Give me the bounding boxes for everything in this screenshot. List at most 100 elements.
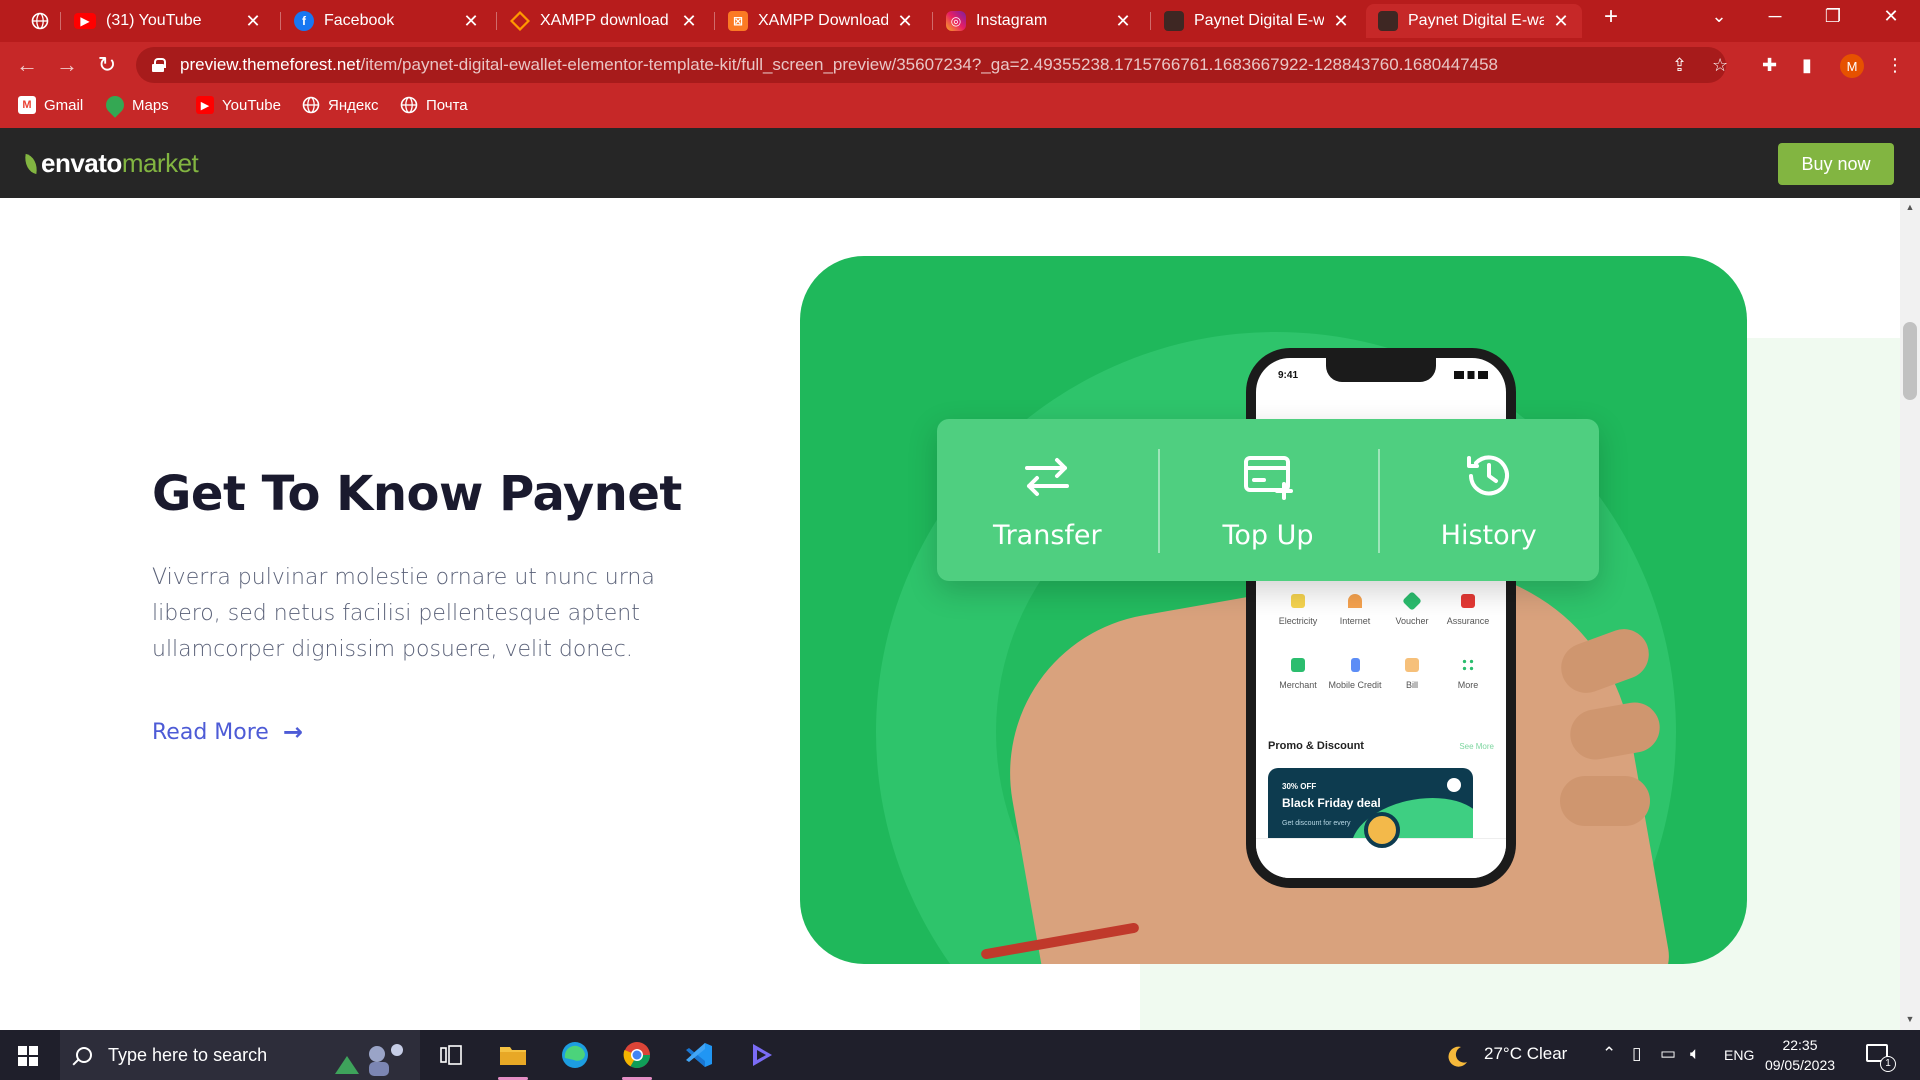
service-assurance: Assurance: [1440, 594, 1496, 627]
close-tab-icon[interactable]: ✕: [244, 11, 262, 32]
service-bill: Bill: [1384, 658, 1440, 691]
vscode-icon[interactable]: [682, 1038, 716, 1072]
windows-start-icon[interactable]: [18, 1046, 38, 1066]
promo-sun-shape: [1447, 778, 1461, 792]
speaker-icon[interactable]: 🔈︎: [1690, 1044, 1700, 1064]
side-panel-icon[interactable]: ▮: [1802, 55, 1812, 76]
tab-instagram[interactable]: ◎ Instagram ✕: [934, 4, 1144, 38]
buy-now-button[interactable]: Buy now: [1778, 143, 1894, 185]
bookmark-star-icon[interactable]: ☆: [1712, 55, 1728, 76]
reload-icon[interactable]: ↻: [94, 52, 120, 78]
bookmark-youtube[interactable]: ▶ YouTube: [196, 96, 281, 114]
instagram-icon: ◎: [946, 11, 966, 31]
tab-search-icon[interactable]: ⌄: [1704, 6, 1734, 27]
tab-paynet-active[interactable]: Paynet Digital E-wall ✕: [1366, 4, 1582, 38]
service-label: Bill: [1405, 680, 1418, 690]
close-tab-icon[interactable]: ✕: [462, 11, 480, 32]
taskbar-clock[interactable]: 22:35 09/05/2023: [1760, 1035, 1840, 1075]
tab-globe[interactable]: [18, 4, 58, 38]
service-label: Merchant: [1279, 680, 1317, 690]
service-label: Internet: [1339, 616, 1371, 626]
service-label: Voucher: [1395, 616, 1429, 626]
profile-avatar[interactable]: M: [1840, 54, 1864, 78]
notification-count: 1: [1880, 1056, 1896, 1072]
tab-title: (31) YouTube: [106, 12, 202, 29]
tab-xampp-download-si[interactable]: ⊠ XAMPP Download Si ✕: [716, 4, 926, 38]
battery-icon[interactable]: ▭: [1660, 1044, 1676, 1064]
service-electricity: Electricity: [1270, 594, 1326, 627]
service-label: Electricity: [1278, 616, 1318, 626]
close-tab-icon[interactable]: ✕: [1552, 11, 1570, 32]
address-bar-row: ← → ↻ preview.themeforest.net/item/payne…: [0, 42, 1920, 88]
edge-icon[interactable]: [558, 1038, 592, 1072]
url-omnibox[interactable]: preview.themeforest.net/item/paynet-digi…: [136, 47, 1726, 83]
page-heading: Get To Know Paynet: [152, 466, 682, 522]
bill-icon: [1405, 658, 1419, 672]
media-player-icon[interactable]: [744, 1038, 778, 1072]
task-view-icon[interactable]: [434, 1038, 468, 1072]
restore-icon[interactable]: ❐: [1818, 6, 1848, 27]
chrome-icon[interactable]: [620, 1038, 654, 1080]
service-merchant: Merchant: [1270, 658, 1326, 691]
paynet-icon: [1378, 11, 1398, 31]
tab-facebook[interactable]: f Facebook ✕: [282, 4, 492, 38]
close-tab-icon[interactable]: ✕: [1332, 11, 1350, 32]
mobile-icon: [1350, 658, 1360, 672]
bookmarks-bar: M Gmail Maps ▶ YouTube Яндекс Почта: [0, 88, 1920, 128]
tab-title: Paynet Digital E-wall: [1194, 12, 1324, 29]
globe-icon: [30, 11, 50, 31]
quick-actions-panel: Transfer Top Up History: [937, 419, 1599, 581]
action-history: History: [1378, 419, 1599, 581]
bookmark-yandex[interactable]: Яндекс: [302, 96, 378, 114]
extensions-puzzle-icon[interactable]: ✚: [1762, 55, 1777, 76]
weather-text[interactable]: 27°C Clear: [1484, 1044, 1567, 1064]
voucher-icon: [1402, 591, 1422, 611]
read-more-link[interactable]: Read More →: [152, 718, 303, 746]
url-text[interactable]: preview.themeforest.net/item/paynet-digi…: [180, 55, 1498, 75]
tab-paynet-1[interactable]: Paynet Digital E-wall ✕: [1152, 4, 1362, 38]
bookmark-pochta[interactable]: Почта: [400, 96, 468, 114]
search-highlight-art-icon: [335, 1044, 403, 1076]
tab-youtube[interactable]: ▶ (31) YouTube ✕: [62, 4, 274, 38]
language-indicator[interactable]: ENG: [1724, 1047, 1754, 1063]
scrollbar-thumb[interactable]: [1903, 322, 1917, 400]
cart-icon: [1291, 658, 1305, 672]
bookmark-label: YouTube: [222, 96, 281, 114]
minimize-icon[interactable]: ─: [1760, 6, 1790, 27]
scroll-down-icon[interactable]: ▼: [1900, 1014, 1920, 1028]
service-more: More: [1440, 658, 1496, 691]
promo-deal: Black Friday deal: [1282, 796, 1381, 810]
close-tab-icon[interactable]: ✕: [896, 11, 914, 32]
assurance-icon: [1461, 594, 1475, 608]
close-tab-icon[interactable]: ✕: [680, 11, 698, 32]
tab-xampp-download-s[interactable]: XAMPP download | S ✕: [498, 4, 710, 38]
bookmark-maps[interactable]: Maps: [102, 92, 169, 118]
finger-shape: [1560, 776, 1650, 826]
youtube-icon: ▶: [196, 96, 214, 114]
chevron-up-icon[interactable]: ⌃: [1602, 1044, 1616, 1064]
envato-market-logo[interactable]: envato market: [22, 148, 199, 179]
file-explorer-icon[interactable]: [496, 1038, 530, 1080]
share-icon[interactable]: ⇪: [1672, 55, 1687, 76]
new-tab-button[interactable]: +: [1596, 3, 1626, 31]
bookmark-gmail[interactable]: M Gmail: [18, 96, 83, 114]
bookmark-label: Яндекс: [328, 96, 379, 114]
bookmark-label: Gmail: [44, 96, 84, 114]
tab-title: Paynet Digital E-wall: [1408, 12, 1544, 29]
close-window-icon[interactable]: ✕: [1876, 6, 1906, 27]
phone-status-icons: [1454, 371, 1488, 379]
device-icon[interactable]: ▯: [1632, 1044, 1641, 1064]
scroll-up-icon[interactable]: ▲: [1900, 202, 1920, 216]
menu-kebab-icon[interactable]: ⋮: [1886, 55, 1904, 76]
action-label: Top Up: [1222, 519, 1314, 551]
action-label: History: [1440, 519, 1537, 551]
close-tab-icon[interactable]: ✕: [1114, 11, 1132, 32]
action-label: Transfer: [993, 519, 1102, 551]
tab-title: XAMPP Download Si: [758, 12, 888, 29]
phone-notch: [1326, 358, 1436, 382]
xampp-orange-icon: [510, 11, 530, 31]
forward-arrow-icon[interactable]: →: [54, 52, 80, 78]
promo-desc: Get discount for every: [1282, 820, 1351, 827]
see-more-link: See More: [1459, 742, 1494, 751]
back-arrow-icon[interactable]: ←: [14, 52, 40, 78]
